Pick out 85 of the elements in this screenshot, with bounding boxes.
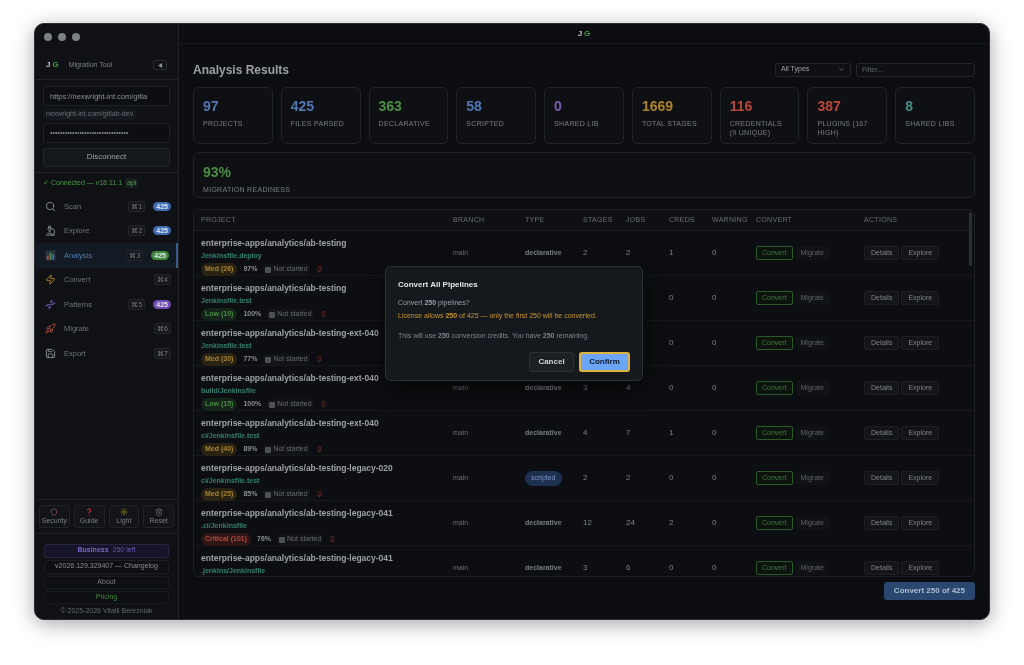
pin-icon[interactable] [315, 491, 323, 498]
stat-value: 97 [203, 99, 219, 113]
search-icon [45, 200, 56, 212]
number-cell: 0 [669, 382, 674, 395]
pin-icon[interactable] [315, 266, 323, 273]
number-cell: 0 [669, 292, 674, 305]
close-window-button[interactable] [44, 33, 52, 41]
project-name: enterprise-apps/analytics/ab-testing-ext-040 [201, 417, 379, 430]
status-square-icon [269, 401, 276, 408]
number-cell: 4 [626, 382, 631, 395]
stat-value: 387 [817, 99, 841, 113]
triangle-left-icon [157, 62, 163, 68]
dialog-title: Convert All Pipelines [398, 279, 478, 291]
status-square-icon [265, 266, 272, 273]
app-logo: J G [46, 59, 59, 71]
number-cell: 0 [712, 427, 717, 440]
readiness-value: 93% [203, 165, 232, 179]
pin-icon[interactable] [319, 401, 327, 408]
stat-value: 58 [466, 99, 482, 113]
project-name: enterprise-apps/analytics/ab-testing-legacy-041 [201, 552, 393, 565]
number-cell: 12 [583, 517, 592, 530]
trash-icon [154, 508, 163, 516]
pin-icon[interactable] [329, 536, 337, 543]
microscope-icon [45, 225, 56, 237]
minimize-window-button[interactable] [58, 33, 66, 41]
stat-value: 8 [905, 99, 913, 113]
project-name: enterprise-apps/analytics/ab-testing-ext-040 [201, 327, 379, 340]
status-square-icon [265, 491, 272, 498]
confirm-button[interactable]: Confirm [579, 351, 630, 372]
status-square-icon [265, 356, 272, 363]
number-cell: 3 [583, 562, 588, 574]
stat-value: 116 [729, 99, 753, 113]
number-cell: 0 [712, 337, 717, 350]
number-cell: 2 [669, 517, 674, 530]
convert-all-button[interactable]: Convert 250 of 425 [883, 582, 975, 600]
project-name: enterprise-apps/analytics/ab-testing [201, 282, 347, 295]
number-cell: 0 [712, 517, 717, 530]
number-cell: 6 [626, 562, 631, 574]
rocket-icon [45, 323, 56, 335]
app-logo: J G [577, 27, 591, 40]
number-cell: 24 [626, 517, 635, 530]
sun-icon [119, 508, 128, 516]
cancel-button[interactable]: Cancel [529, 351, 574, 372]
project-name: enterprise-apps/analytics/ab-testing-legacy-020 [201, 462, 393, 475]
status-square-icon [269, 311, 276, 318]
number-cell: 0 [712, 472, 717, 485]
number-cell: 0 [669, 337, 674, 350]
question-mark-icon [85, 508, 94, 516]
maximize-window-button[interactable] [72, 33, 80, 41]
page-title: Analysis Results [193, 61, 290, 79]
status-square-icon [265, 446, 272, 453]
number-cell: 4 [583, 427, 588, 440]
number-cell: 0 [669, 562, 674, 574]
scrollbar[interactable] [969, 212, 972, 266]
number-cell: 2 [583, 472, 588, 485]
pin-icon[interactable] [315, 446, 323, 453]
stat-value: 1669 [641, 99, 674, 113]
lightning-icon [45, 274, 56, 286]
bar-chart-icon [45, 249, 56, 261]
number-cell: 0 [712, 562, 717, 574]
chevron-down-icon [838, 66, 845, 73]
pin-icon[interactable] [315, 356, 323, 363]
disconnect-button[interactable]: Disconnect [43, 147, 170, 167]
number-cell: 3 [583, 382, 588, 395]
dna-icon [45, 298, 56, 310]
number-cell: 2 [626, 247, 631, 260]
number-cell: 2 [626, 472, 631, 485]
number-cell: 1 [669, 247, 674, 260]
project-name: enterprise-apps/analytics/ab-testing-ext-040 [201, 372, 379, 385]
number-cell: 0 [669, 472, 674, 485]
stat-value: 0 [554, 99, 562, 113]
number-cell: 1 [669, 427, 674, 440]
pin-icon[interactable] [319, 311, 327, 318]
collapse-sidebar-button[interactable] [153, 60, 167, 70]
number-cell: 2 [583, 247, 588, 260]
number-cell: 7 [626, 427, 631, 440]
shield-icon [50, 508, 59, 516]
stat-value: 425 [290, 99, 315, 113]
number-cell: 0 [712, 292, 717, 305]
project-name: enterprise-apps/analytics/ab-testing [201, 237, 347, 250]
project-name: enterprise-apps/analytics/ab-testing-legacy-041 [201, 507, 393, 520]
number-cell: 0 [712, 382, 717, 395]
status-square-icon [279, 536, 286, 543]
stat-value: 363 [378, 99, 402, 113]
number-cell: 0 [712, 247, 717, 260]
